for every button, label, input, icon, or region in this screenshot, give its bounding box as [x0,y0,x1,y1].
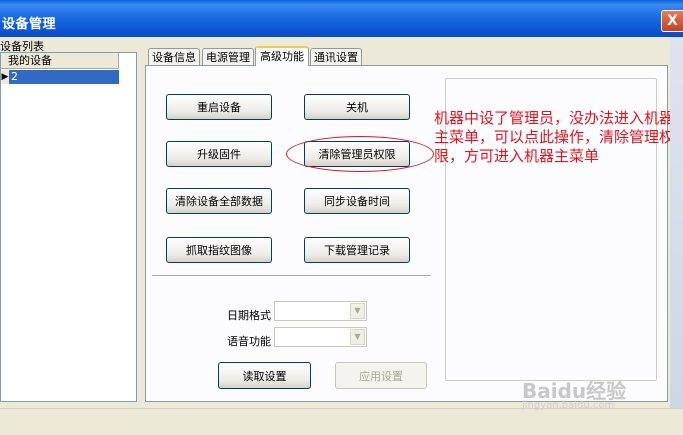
tab-advanced-functions[interactable]: 高级功能 [255,46,309,66]
chevron-down-icon[interactable]: ▼ [350,303,365,319]
tab-communication-settings[interactable]: 通讯设置 [310,48,362,65]
tab-power-management[interactable]: 电源管理 [202,48,254,65]
background-strip [670,37,683,408]
tab-device-info[interactable]: 设备信息 [148,48,200,65]
restart-device-button[interactable]: 重启设备 [166,94,272,120]
close-button[interactable]: X [661,10,683,32]
upgrade-firmware-button[interactable]: 升级固件 [166,141,272,167]
clear-all-data-button[interactable]: 清除设备全部数据 [166,188,272,214]
voice-function-select[interactable]: ▼ [274,327,367,347]
chevron-down-icon[interactable]: ▼ [350,329,365,345]
row-pointer-icon: ▶ [1,70,9,84]
date-format-select[interactable]: ▼ [274,301,367,321]
device-label: 2 [11,70,18,83]
apply-settings-button: 应用设置 [335,362,427,389]
shutdown-button[interactable]: 关机 [304,94,410,120]
date-format-label: 日期格式 [227,309,271,322]
capture-fingerprint-button[interactable]: 抓取指纹图像 [166,237,272,263]
tree-row-device[interactable]: ▶ 2 [1,70,119,84]
title-bar[interactable]: 设备管理 X [0,0,683,37]
sync-time-button[interactable]: 同步设备时间 [304,188,410,214]
annotation-text: 机器中设了管理员，没办法进入机器主菜单，可以点此操作，清除管理权限，方可进入机器… [434,109,675,165]
status-bar [0,408,683,435]
device-tree[interactable]: 我的设备 ▶ 2 [0,52,137,402]
section-divider [152,275,431,277]
clear-admin-permission-button[interactable]: 清除管理员权限 [304,141,410,167]
tree-column-header[interactable]: 我的设备 [1,53,119,69]
voice-function-label: 语音功能 [227,335,271,348]
read-settings-button[interactable]: 读取设置 [218,362,311,389]
download-admin-log-button[interactable]: 下载管理记录 [304,237,410,263]
window-title: 设备管理 [2,17,57,32]
baidu-watermark-url: jingyan.baidu.com [522,400,615,411]
